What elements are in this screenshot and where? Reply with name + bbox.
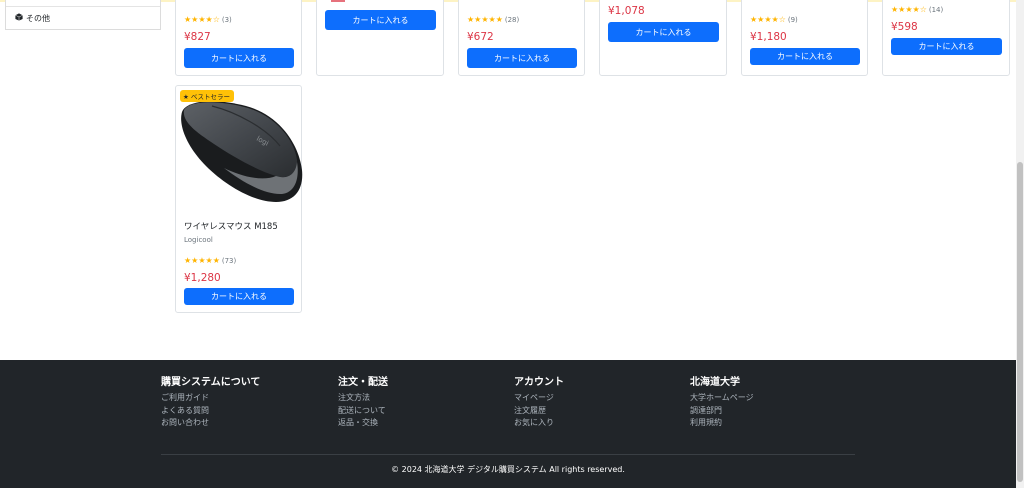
add-to-cart-button[interactable]: カートに入れる bbox=[608, 22, 719, 42]
star-rating: ★★★★☆ (3) bbox=[184, 15, 232, 24]
star-rating: ★★★★★ (28) bbox=[467, 15, 520, 24]
footer-divider bbox=[161, 454, 855, 455]
product-card: ¥1,078 カートに入れる bbox=[599, 0, 727, 76]
sidebar-item-label: その他 bbox=[26, 13, 50, 23]
product-card-mouse: logi ★ ベストセラー ワイヤレスマウス M185 Logicool ★★★… bbox=[175, 85, 303, 313]
footer-link[interactable]: マイページ bbox=[514, 392, 564, 405]
product-card: ★★★★☆ (9) ¥1,180 カートに入れる bbox=[741, 0, 868, 76]
star-rating: ★★★★☆ (14) bbox=[891, 5, 944, 14]
footer-heading: 購買システムについて bbox=[161, 377, 261, 388]
add-to-cart-button[interactable]: カートに入れる bbox=[184, 48, 294, 68]
sidebar-item-other[interactable]: その他 bbox=[6, 6, 160, 29]
product-card: ★★★★☆ (14) ¥598 カートに入れる bbox=[882, 0, 1010, 76]
box-icon bbox=[15, 13, 23, 23]
footer-link[interactable]: よくある質問 bbox=[161, 405, 260, 418]
product-card: カートに入れる bbox=[316, 0, 444, 76]
star-rating: ★★★★★ (73) bbox=[184, 256, 237, 265]
product-card: ★★★★☆ (3) ¥827 カートに入れる bbox=[175, 0, 302, 76]
add-to-cart-button[interactable]: カートに入れる bbox=[750, 48, 860, 65]
footer-link[interactable]: 利用規約 bbox=[690, 417, 754, 430]
product-price: ¥827 bbox=[184, 31, 211, 43]
footer-column-orders: 注文・配送 注文方法 配送について 返品・交換 bbox=[338, 373, 388, 430]
wireless-mouse-image[interactable]: logi bbox=[176, 90, 303, 210]
footer-link[interactable]: ご利用ガイド bbox=[161, 392, 260, 405]
footer-heading: アカウント bbox=[514, 377, 564, 388]
star-icon: ★ bbox=[183, 93, 189, 101]
scrollbar-thumb[interactable] bbox=[1017, 162, 1023, 482]
product-price: ¥598 bbox=[891, 21, 918, 33]
product-price: ¥1,280 bbox=[184, 272, 221, 284]
add-to-cart-button[interactable]: カートに入れる bbox=[467, 48, 577, 68]
footer-link[interactable]: 大学ホームページ bbox=[690, 392, 754, 405]
footer-column-account: アカウント マイページ 注文履歴 お気に入り bbox=[514, 373, 564, 430]
footer-link[interactable]: 注文履歴 bbox=[514, 405, 564, 418]
footer-link[interactable]: 注文方法 bbox=[338, 392, 388, 405]
star-rating: ★★★★☆ (9) bbox=[750, 15, 798, 24]
site-footer: 購買システムについて ご利用ガイド よくある質問 お問い合わせ 注文・配送 注文… bbox=[0, 360, 1016, 488]
footer-link[interactable]: お問い合わせ bbox=[161, 417, 260, 430]
footer-link[interactable]: 返品・交換 bbox=[338, 417, 388, 430]
footer-link[interactable]: 配送について bbox=[338, 405, 388, 418]
footer-column-about: 購買システムについて ご利用ガイド よくある質問 お問い合わせ bbox=[161, 373, 260, 430]
product-price: ¥672 bbox=[467, 31, 494, 43]
product-card: ★★★★★ (28) ¥672 カートに入れる bbox=[458, 0, 585, 76]
footer-copyright: © 2024 北海道大学 デジタル購買システム All rights reser… bbox=[391, 465, 625, 474]
footer-link[interactable]: 調達部門 bbox=[690, 405, 754, 418]
product-brand: Logicool bbox=[184, 236, 213, 244]
bestseller-badge: ★ ベストセラー bbox=[180, 90, 235, 102]
product-price: ¥1,180 bbox=[750, 31, 787, 43]
product-price: ¥1,078 bbox=[608, 5, 645, 17]
footer-link[interactable]: お気に入り bbox=[514, 417, 564, 430]
page-scrollbar[interactable] bbox=[1016, 0, 1024, 488]
footer-heading: 北海道大学 bbox=[690, 377, 740, 388]
product-price-cutoff bbox=[331, 0, 351, 2]
category-sidebar: その他 bbox=[5, 0, 161, 30]
add-to-cart-button[interactable]: カートに入れる bbox=[891, 38, 1002, 55]
product-name[interactable]: ワイヤレスマウス M185 bbox=[184, 220, 278, 232]
add-to-cart-button[interactable]: カートに入れる bbox=[325, 10, 436, 30]
footer-column-university: 北海道大学 大学ホームページ 調達部門 利用規約 bbox=[690, 373, 754, 430]
footer-heading: 注文・配送 bbox=[338, 377, 388, 388]
add-to-cart-button[interactable]: カートに入れる bbox=[184, 288, 294, 305]
